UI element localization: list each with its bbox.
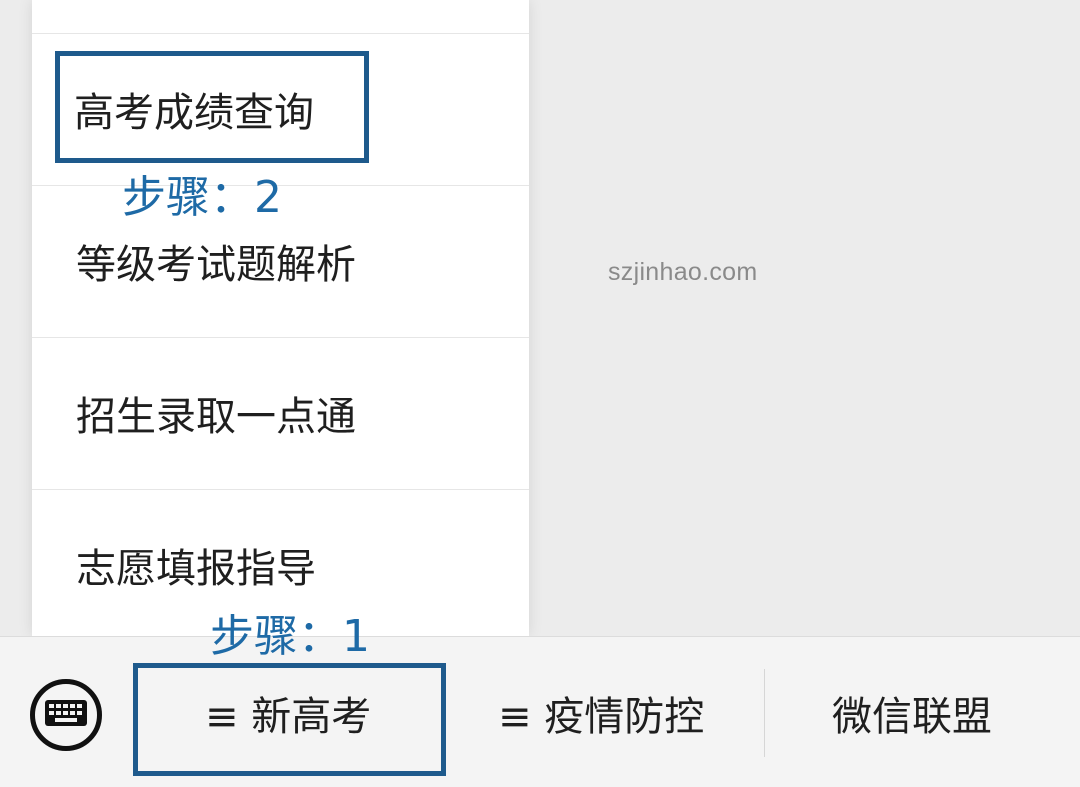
tab-divider xyxy=(764,669,765,757)
keyboard-toggle-button[interactable] xyxy=(30,679,102,751)
tab-wechat-alliance[interactable]: 微信联盟 xyxy=(832,677,992,757)
watermark: szjinhao.com xyxy=(608,258,758,286)
menu-item-admission-guide[interactable]: 招生录取一点通 xyxy=(32,337,529,490)
keyboard-icon xyxy=(45,700,87,726)
menu-item-label: 等级考试题解析 xyxy=(76,242,356,288)
tab-epidemic-control[interactable]: ≡ 疫情防控 xyxy=(498,677,704,757)
step1-label: 步骤：1 xyxy=(210,611,370,662)
menu-item-label: 招生录取一点通 xyxy=(76,394,356,440)
step2-label: 步骤：2 xyxy=(122,172,282,223)
menu-item-label: 志愿填报指导 xyxy=(76,546,316,592)
step1-highlight-box xyxy=(133,663,446,776)
step2-highlight-box xyxy=(55,51,369,163)
